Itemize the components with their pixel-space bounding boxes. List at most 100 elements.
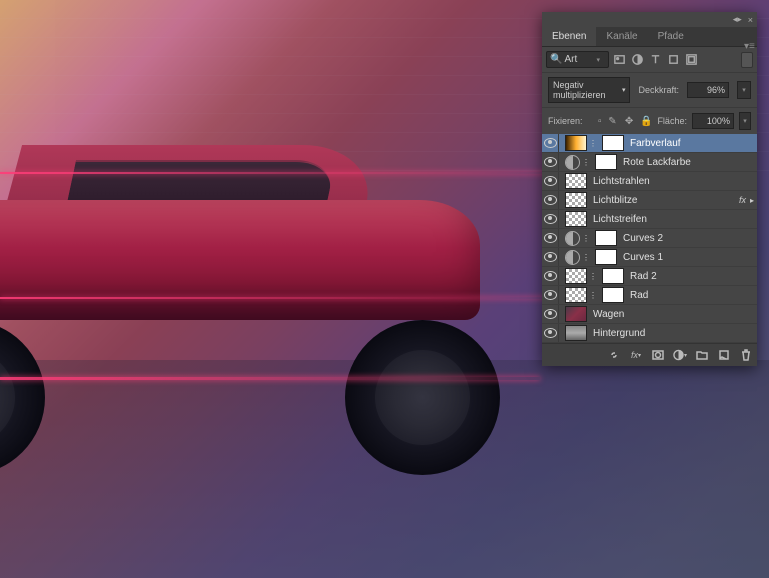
layer-thumbnail <box>565 268 587 284</box>
layer-thumbnail <box>565 287 587 303</box>
visibility-toggle[interactable] <box>542 210 559 228</box>
layer-row[interactable]: ⋮ Farbverlauf <box>542 134 757 153</box>
panel-tabs: Ebenen Kanäle Pfade ▾≡ <box>542 27 757 47</box>
filter-pixel-icon[interactable] <box>612 52 627 67</box>
link-icon: ⋮ <box>589 291 597 300</box>
eye-icon <box>544 271 557 281</box>
visibility-toggle[interactable] <box>542 172 559 190</box>
lock-pixels-icon[interactable]: ✎ <box>607 114 619 128</box>
delete-layer-icon[interactable] <box>739 348 753 362</box>
visibility-toggle[interactable] <box>542 153 559 171</box>
layer-row[interactable]: ⋮Rad <box>542 286 757 305</box>
layer-thumbnail <box>565 325 587 341</box>
lock-all-icon[interactable]: 🔒 <box>640 114 652 128</box>
chevron-icon[interactable]: ▸ <box>750 196 754 205</box>
layer-name: Lichtblitze <box>593 195 637 206</box>
layer-row[interactable]: ⋮ Curves 1 <box>542 248 757 267</box>
fx-indicator[interactable]: fx <box>739 195 746 205</box>
opacity-input[interactable] <box>687 82 729 98</box>
blend-mode-select[interactable]: Negativ multiplizieren▾ <box>548 77 630 103</box>
filter-adjust-icon[interactable] <box>630 52 645 67</box>
layer-mask-thumbnail <box>602 287 624 303</box>
filter-toggle[interactable] <box>741 52 753 68</box>
visibility-toggle[interactable] <box>542 324 559 342</box>
visibility-toggle[interactable] <box>542 286 559 304</box>
eye-icon <box>544 233 557 243</box>
eye-icon <box>544 309 557 319</box>
add-adjustment-icon[interactable]: ▾ <box>673 348 687 362</box>
eye-icon <box>544 290 557 300</box>
filter-type[interactable] <box>562 53 596 66</box>
light-streak <box>0 377 540 380</box>
eye-icon <box>544 214 557 224</box>
tab-pfade[interactable]: Pfade <box>648 27 694 46</box>
filter-shape-icon[interactable] <box>666 52 681 67</box>
link-icon: ⋮ <box>589 272 597 281</box>
visibility-toggle[interactable] <box>542 305 559 323</box>
link-icon: ⋮ <box>589 139 597 148</box>
layer-row[interactable]: Lichtstreifen <box>542 210 757 229</box>
layer-thumbnail <box>565 192 587 208</box>
blend-opacity-row: Negativ multiplizieren▾ Deckkraft: ▾ <box>542 72 757 107</box>
link-icon: ⋮ <box>582 158 590 167</box>
eye-icon <box>544 157 557 167</box>
layer-name: Lichtstrahlen <box>593 176 650 187</box>
panel-menu-icon[interactable]: ▾≡ <box>744 41 754 52</box>
eye-icon <box>544 195 557 205</box>
visibility-toggle[interactable] <box>542 267 559 285</box>
layer-thumbnail <box>565 173 587 189</box>
layer-row[interactable]: ⋮ Curves 2 <box>542 229 757 248</box>
panel-titlebar: ◂▸ × <box>542 12 757 27</box>
new-layer-icon[interactable] <box>717 348 731 362</box>
layer-name: Farbverlauf <box>630 138 681 149</box>
visibility-toggle[interactable] <box>542 229 559 247</box>
layer-list: ⋮ Farbverlauf ⋮Rote Lackfarbe Lichtstrahlen… <box>542 134 757 343</box>
lock-label: Fixieren: <box>548 116 583 126</box>
layer-style-icon[interactable]: fx▾ <box>629 348 643 362</box>
layer-mask-thumbnail <box>602 268 624 284</box>
layer-thumbnail <box>565 306 587 322</box>
link-layers-icon[interactable] <box>607 348 621 362</box>
adjustment-icon <box>565 155 580 170</box>
lock-transparency-icon[interactable]: ▫ <box>588 114 602 128</box>
layer-filter-select[interactable]: 🔍 ▾ <box>546 51 609 68</box>
lock-position-icon[interactable]: ✥ <box>623 114 635 128</box>
layer-row[interactable]: Wagen <box>542 305 757 324</box>
layer-mask-thumbnail <box>595 249 617 265</box>
filter-type-icon[interactable] <box>648 52 663 67</box>
filter-smart-icon[interactable] <box>684 52 699 67</box>
collapse-icon[interactable]: ◂▸ <box>733 14 742 25</box>
car-image <box>0 120 530 400</box>
new-group-icon[interactable] <box>695 348 709 362</box>
tab-ebenen[interactable]: Ebenen <box>542 27 596 46</box>
layer-row[interactable]: Hintergrund <box>542 324 757 343</box>
link-icon: ⋮ <box>582 234 590 243</box>
visibility-toggle[interactable] <box>542 248 559 266</box>
layer-name: Curves 2 <box>623 233 663 244</box>
fill-input[interactable] <box>692 113 734 129</box>
eye-icon <box>544 328 557 338</box>
add-mask-icon[interactable] <box>651 348 665 362</box>
layers-panel: ◂▸ × Ebenen Kanäle Pfade ▾≡ 🔍 ▾ Negativ … <box>542 12 757 366</box>
close-icon[interactable]: × <box>748 15 753 25</box>
opacity-label: Deckkraft: <box>638 85 679 95</box>
layer-mask-thumbnail <box>595 154 617 170</box>
link-icon: ⋮ <box>582 253 590 262</box>
fill-label: Fläche: <box>657 116 687 126</box>
layer-row[interactable]: Lichtstrahlen <box>542 172 757 191</box>
eye-icon <box>544 138 557 148</box>
layer-row[interactable]: ⋮Rote Lackfarbe <box>542 153 757 172</box>
visibility-toggle[interactable] <box>542 191 559 209</box>
layer-mask-thumbnail <box>602 135 624 151</box>
visibility-toggle[interactable] <box>542 134 559 152</box>
fill-stepper[interactable]: ▾ <box>739 112 751 130</box>
layer-name: Curves 1 <box>623 252 663 263</box>
layer-row[interactable]: Lichtblitze fx ▸ <box>542 191 757 210</box>
opacity-stepper[interactable]: ▾ <box>737 81 751 99</box>
layer-name: Wagen <box>593 309 624 320</box>
eye-icon <box>544 252 557 262</box>
layer-thumbnail <box>565 135 587 151</box>
tab-kanaele[interactable]: Kanäle <box>596 27 647 46</box>
filter-toolbar: 🔍 ▾ <box>542 47 757 72</box>
layer-row[interactable]: ⋮Rad 2 <box>542 267 757 286</box>
